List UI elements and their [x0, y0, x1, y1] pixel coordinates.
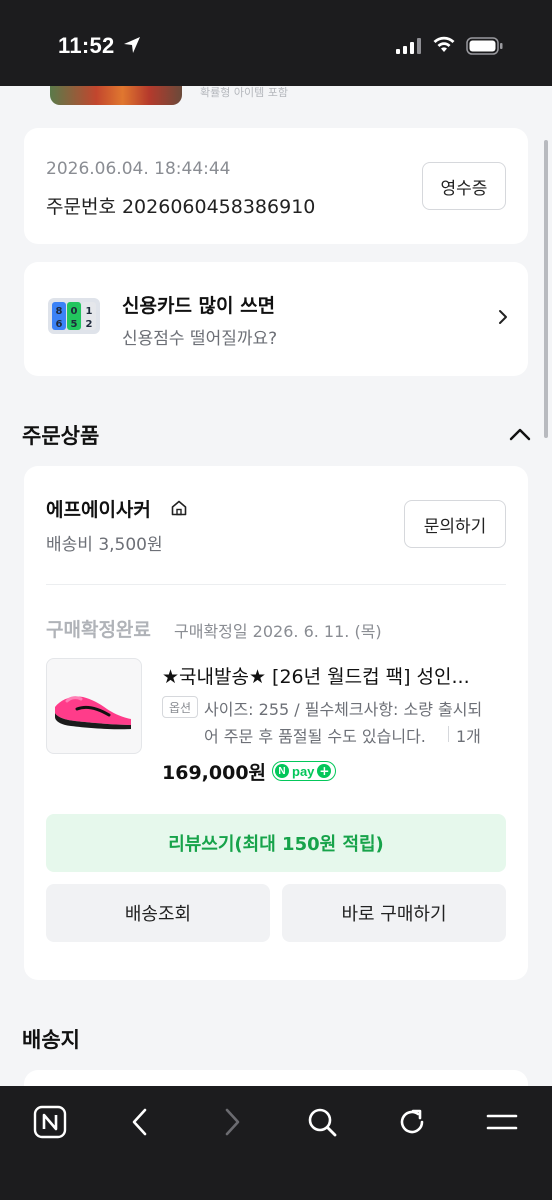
npay-plus-badge: N pay +: [272, 761, 337, 781]
order-date: 2026.06.04. 18:44:44: [46, 159, 231, 179]
divider: [46, 584, 506, 585]
back-button[interactable]: [120, 1102, 160, 1142]
svg-text:0: 0: [71, 306, 78, 317]
ad-subtitle: 신용점수 떨어질까요?: [122, 329, 278, 349]
track-delivery-button[interactable]: 배송조회: [46, 884, 270, 942]
product-option-line1: 사이즈: 255 / 필수체크사항: 소량 출시되: [204, 700, 483, 719]
back-icon: [132, 1108, 147, 1136]
scrollbar[interactable]: [544, 140, 548, 438]
svg-text:2: 2: [86, 319, 93, 330]
order-item-card: 에프에이사커 배송비 3,500원 문의하기 구매확정완료 구매확정일 2026…: [24, 466, 528, 980]
svg-text:1: 1: [86, 306, 93, 317]
signal-icon: [396, 38, 421, 54]
svg-text:5: 5: [71, 319, 78, 330]
location-arrow-icon: [124, 37, 140, 53]
plus-icon: +: [317, 764, 332, 778]
product-price: 169,000원: [162, 762, 267, 784]
order-status: 구매확정완료: [46, 619, 151, 641]
buy-again-button[interactable]: 바로 구매하기: [282, 884, 506, 942]
inquiry-button[interactable]: 문의하기: [404, 500, 506, 548]
chevron-right-icon: [499, 310, 507, 324]
product-quantity: 1개: [456, 727, 481, 746]
ad-title: 신용카드 많이 쓰면: [122, 295, 276, 317]
battery-icon: [466, 37, 503, 55]
confirm-date: 구매확정일 2026. 6. 11. (목): [174, 622, 382, 641]
write-review-button[interactable]: 리뷰쓰기(최대 150원 적립): [46, 814, 506, 872]
status-time: 11:52: [58, 33, 115, 58]
forward-button[interactable]: [212, 1102, 252, 1142]
product-option-line2: 어 주문 후 품절될 수도 있습니다.: [204, 727, 426, 746]
banner-image[interactable]: [50, 86, 182, 105]
order-number: 주문번호 2026060458386910: [46, 196, 316, 218]
credit-ad-card[interactable]: 8 0 1 6 5 2 신용카드 많이 쓰면 신용점수 떨어질까요?: [24, 262, 528, 376]
quantity-separator: [448, 726, 449, 742]
product-thumbnail[interactable]: [46, 658, 142, 754]
menu-button[interactable]: [482, 1102, 522, 1142]
naver-n-icon: N: [275, 764, 289, 778]
credit-score-icon: 8 0 1 6 5 2: [48, 298, 100, 334]
forward-icon: [225, 1108, 240, 1136]
browser-bottom-nav: [0, 1086, 552, 1200]
chevron-up-icon[interactable]: [508, 424, 532, 444]
npay-label: pay: [292, 763, 315, 779]
wifi-icon: [433, 36, 455, 52]
shoe-image: [55, 696, 131, 730]
store-home-icon[interactable]: [170, 499, 188, 517]
receipt-button[interactable]: 영수증: [422, 162, 506, 210]
status-bar: 11:52: [0, 0, 552, 86]
svg-text:6: 6: [56, 319, 63, 330]
menu-icon: [486, 1114, 518, 1130]
shipping-fee: 배송비 3,500원: [46, 535, 163, 555]
svg-text:8: 8: [56, 306, 63, 317]
naver-icon: [33, 1105, 67, 1139]
refresh-button[interactable]: [392, 1102, 432, 1142]
search-button[interactable]: [302, 1102, 342, 1142]
product-title[interactable]: ★국내발송★ [26년 월드컵 팩] 성인...: [162, 662, 512, 689]
search-icon: [308, 1108, 337, 1137]
refresh-icon: [400, 1109, 424, 1134]
option-badge: 옵션: [162, 696, 198, 718]
section-title-order-items: 주문상품: [22, 424, 100, 448]
order-info-card: 2026.06.04. 18:44:44 주문번호 20260604583869…: [24, 128, 528, 244]
seller-name[interactable]: 에프에이사커: [46, 495, 151, 522]
naver-home-button[interactable]: [30, 1102, 70, 1142]
banner-note: 확률형 아이템 포함: [200, 86, 288, 99]
section-title-address: 배송지: [22, 1028, 80, 1052]
